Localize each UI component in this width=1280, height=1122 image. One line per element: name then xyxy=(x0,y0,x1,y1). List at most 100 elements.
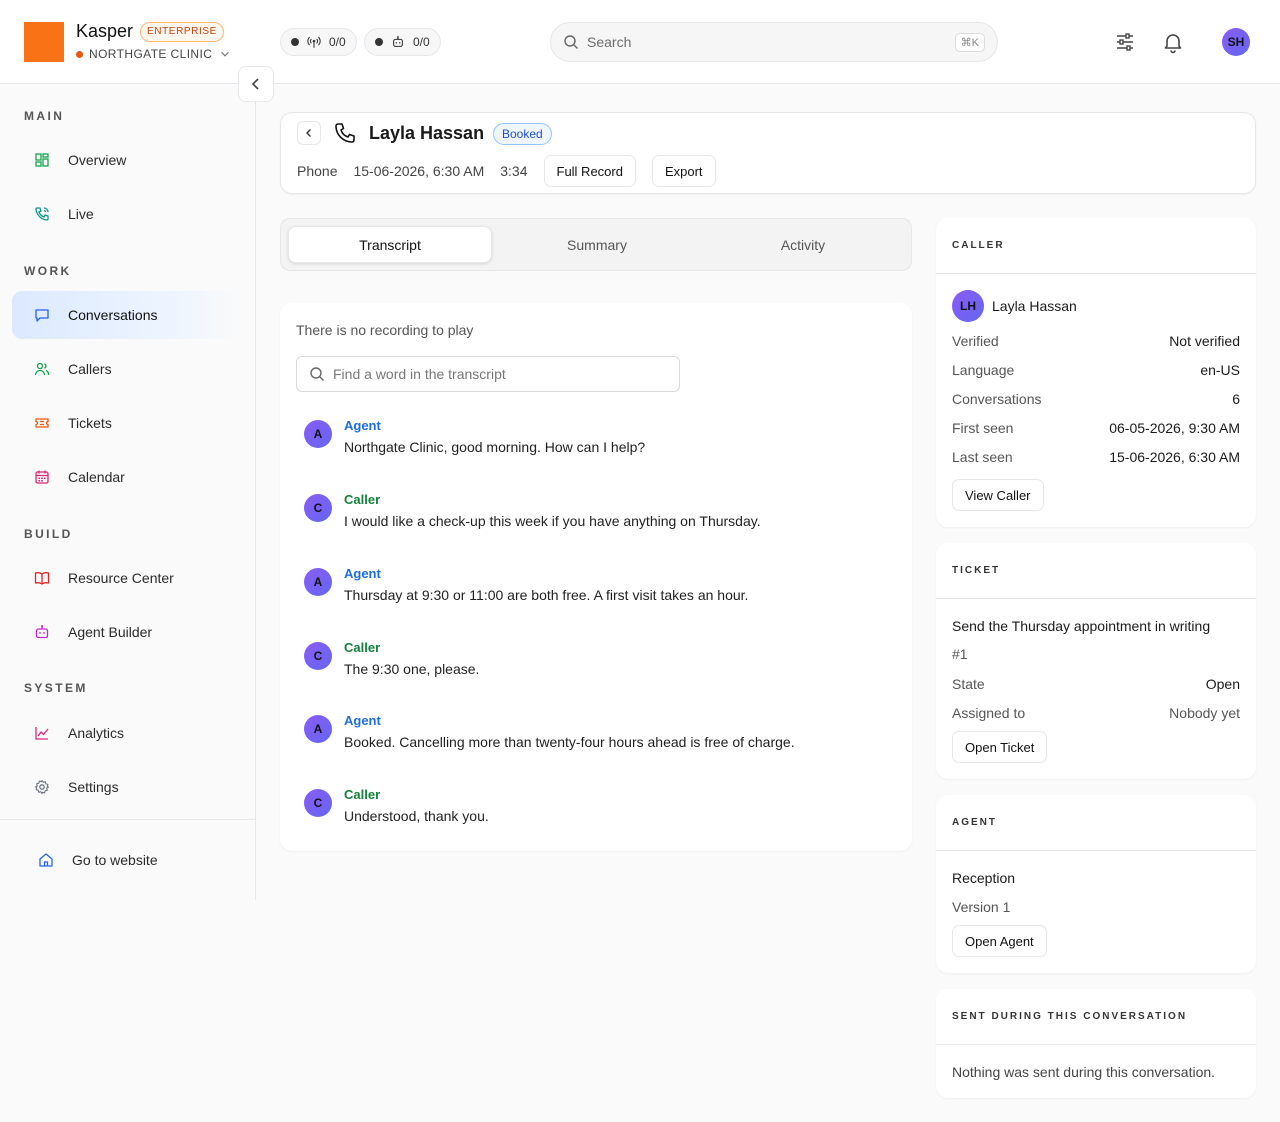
sidebar-item-overview[interactable]: Overview xyxy=(12,136,242,184)
org-status-dot xyxy=(76,50,83,58)
chevron-left-icon xyxy=(306,129,311,137)
go-to-website-link[interactable]: Go to website xyxy=(16,836,246,884)
tab-activity[interactable]: Activity xyxy=(702,226,904,263)
field-value: 6 xyxy=(1232,391,1240,407)
open-ticket-button[interactable]: Open Ticket xyxy=(952,731,1048,763)
section-title-work: WORK xyxy=(24,264,72,278)
agent-card-title: AGENT xyxy=(952,817,997,828)
search-icon xyxy=(564,35,578,49)
status-badge: Booked xyxy=(493,123,552,145)
section-title-main: MAIN xyxy=(24,109,65,123)
field-label: Last seen xyxy=(952,449,1013,465)
counter-value: 0/0 xyxy=(329,35,346,49)
chat-icon xyxy=(35,309,49,322)
global-search[interactable]: Search ⌘K xyxy=(550,22,998,62)
agents-counter[interactable]: 0/0 xyxy=(364,28,441,56)
search-placeholder: Search xyxy=(587,34,632,50)
export-button[interactable]: Export xyxy=(651,155,716,187)
sidebar-item-agent-builder[interactable]: Agent Builder xyxy=(12,608,242,656)
message-role: Agent xyxy=(344,566,381,581)
field-value: Not verified xyxy=(1169,333,1240,349)
caller-field-last-seen: Last seen 15-06-2026, 6:30 AM xyxy=(952,449,1240,465)
message-avatar: C xyxy=(304,642,332,670)
collapse-sidebar-button[interactable] xyxy=(238,66,274,102)
message-text: I would like a check-up this week if you… xyxy=(344,513,761,529)
field-label: Verified xyxy=(952,333,999,349)
users-icon xyxy=(34,362,50,376)
calendar-icon xyxy=(35,470,49,484)
message-text: Northgate Clinic, good morning. How can … xyxy=(344,439,646,455)
sidebar-item-calendar[interactable]: Calendar xyxy=(12,453,242,501)
grid-icon xyxy=(35,153,49,167)
agent-version: Version 1 xyxy=(952,899,1011,915)
robot-icon xyxy=(35,625,49,639)
bell-icon[interactable] xyxy=(1161,30,1185,54)
sidebar-item-conversations[interactable]: Conversations xyxy=(12,291,242,339)
caller-field-conversations: Conversations 6 xyxy=(952,391,1240,407)
sidebar-item-label: Analytics xyxy=(68,725,125,741)
ticket-field-state: State Open xyxy=(952,676,1240,692)
sent-items-card: SENT DURING THIS CONVERSATION Nothing wa… xyxy=(936,989,1256,1098)
conversation-header-card: Layla Hassan Booked Phone 15-06-2026, 6:… xyxy=(280,112,1256,194)
counter-value: 0/0 xyxy=(413,35,430,49)
field-value: 15-06-2026, 6:30 AM xyxy=(1109,449,1240,465)
status-dot xyxy=(375,38,383,46)
filters-icon[interactable] xyxy=(1113,30,1137,54)
field-label: First seen xyxy=(952,420,1014,436)
conversation-tabs: Transcript Summary Activity xyxy=(280,218,912,271)
ticket-card-title: TICKET xyxy=(952,565,1001,576)
book-icon xyxy=(34,572,50,585)
message-role: Caller xyxy=(344,492,381,507)
ticket-number: #1 xyxy=(952,646,968,662)
sidebar-item-label: Callers xyxy=(68,361,112,377)
tab-transcript[interactable]: Transcript xyxy=(288,226,492,263)
agent-card: AGENT Reception Version 1 Open Agent xyxy=(936,795,1256,973)
sidebar-divider xyxy=(0,819,256,820)
top-header: Kasper ENTERPRISE NORTHGATE CLINIC 0/0 0… xyxy=(0,0,1280,84)
caller-identity: LH Layla Hassan xyxy=(952,290,1077,322)
home-icon xyxy=(39,853,53,867)
caller-card-title: CALLER xyxy=(952,240,1005,251)
message-role: Caller xyxy=(344,640,381,655)
search-icon xyxy=(310,367,324,381)
sidebar-item-callers[interactable]: Callers xyxy=(12,345,242,393)
tab-summary[interactable]: Summary xyxy=(496,226,698,263)
sidebar-item-label: Tickets xyxy=(68,415,112,431)
chevron-left-icon xyxy=(251,78,259,90)
phone-icon xyxy=(335,123,355,143)
sidebar-item-label: Settings xyxy=(68,779,119,795)
caller-card: CALLER LH Layla Hassan Verified Not veri… xyxy=(936,218,1256,527)
transcript-search-input[interactable]: Find a word in the transcript xyxy=(296,356,680,392)
message-avatar: A xyxy=(304,715,332,743)
view-caller-button[interactable]: View Caller xyxy=(952,479,1044,511)
sidebar-item-settings[interactable]: Settings xyxy=(12,763,242,811)
ticket-icon xyxy=(35,418,49,428)
sidebar-item-tickets[interactable]: Tickets xyxy=(12,399,242,447)
broadcast-icon xyxy=(307,36,321,48)
robot-icon xyxy=(393,36,403,47)
plan-badge: ENTERPRISE xyxy=(140,22,224,42)
sent-card-title: SENT DURING THIS CONVERSATION xyxy=(952,1011,1188,1022)
card-divider xyxy=(936,273,1256,274)
back-button[interactable] xyxy=(297,121,321,145)
ticket-subject[interactable]: Send the Thursday appointment in writing xyxy=(952,618,1210,634)
field-label: State xyxy=(952,676,985,692)
field-label: Conversations xyxy=(952,391,1042,407)
sidebar-item-live[interactable]: Live xyxy=(12,190,242,238)
brand-logo[interactable] xyxy=(24,22,64,62)
user-avatar[interactable]: SH xyxy=(1222,28,1250,56)
caller-avatar: LH xyxy=(952,290,984,322)
search-shortcut: ⌘K xyxy=(954,32,985,52)
transcript-search-placeholder: Find a word in the transcript xyxy=(333,366,506,382)
org-switcher[interactable]: NORTHGATE CLINIC xyxy=(76,47,232,61)
field-label: Language xyxy=(952,362,1015,378)
sidebar-item-resource-center[interactable]: Resource Center xyxy=(12,554,242,602)
sidebar-item-label: Overview xyxy=(68,152,127,168)
sidebar-item-analytics[interactable]: Analytics xyxy=(12,709,242,757)
full-record-button[interactable]: Full Record xyxy=(543,155,636,187)
open-agent-button[interactable]: Open Agent xyxy=(952,925,1047,957)
message-role: Caller xyxy=(344,787,381,802)
phone-wave-icon xyxy=(35,207,49,221)
live-calls-counter[interactable]: 0/0 xyxy=(280,28,357,56)
message-text: Thursday at 9:30 or 11:00 are both free.… xyxy=(344,587,749,603)
